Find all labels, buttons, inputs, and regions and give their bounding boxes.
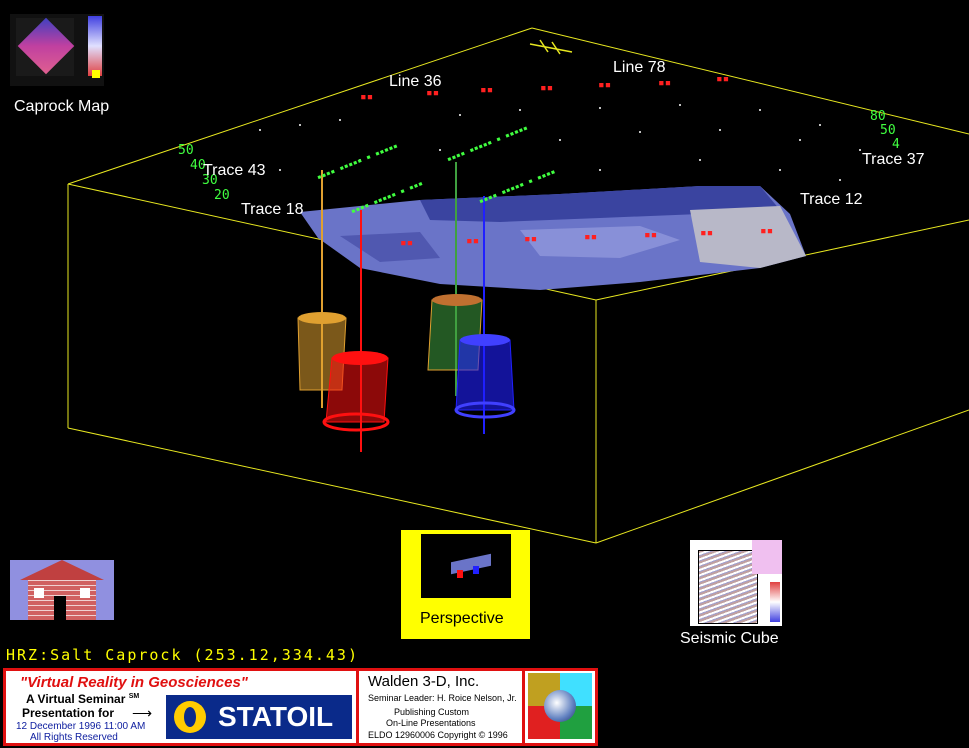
perspective-label: Perspective [420,610,504,627]
right-axis-numbers: 80 50 4 [870,110,900,152]
copyright-line: ELDO 12960006 Copyright © 1996 [368,730,508,740]
svg-text:▪▪▪▪ ▪▪▪▪▪ ▪ ▪▪▪▪▪: ▪▪▪▪ ▪▪▪▪▪ ▪ ▪▪▪▪▪ [445,123,529,164]
left-axis-number: 20 [214,188,230,203]
left-axis-number: 50 [178,143,194,158]
line-36-label: Line 36 [389,73,442,90]
arrow-right-icon: ⟶ [132,705,153,721]
svg-text:▪▪: ▪▪ [400,236,413,249]
company-name: Walden 3-D, Inc. [368,673,480,690]
svg-text:▪▪: ▪▪ [658,76,671,89]
svg-text:▪▪: ▪▪ [360,90,373,103]
svg-text:▪▪: ▪▪ [466,234,479,247]
north-arrow-icon [529,39,573,55]
statoil-logo: STATOIL [166,695,352,739]
right-axis-number: 80 [870,109,886,124]
svg-text:▪▪: ▪▪ [540,81,553,94]
banner-line1: A Virtual Seminar [26,692,126,706]
walden-globe-logo [528,673,592,739]
svg-text:▪▪: ▪▪ [524,232,537,245]
banner-title: "Virtual Reality in Geosciences" [20,674,248,691]
banner-line2: Presentation for [22,706,115,720]
caprock-map-label: Caprock Map [14,98,110,115]
caprock-map-button[interactable] [10,14,104,86]
sponsor-name: STATOIL [218,701,334,732]
svg-text:▪▪: ▪▪ [716,72,729,85]
statoil-drop-icon [174,701,206,733]
colorbar-icon [88,16,102,76]
home-icon[interactable] [10,560,114,620]
svg-text:▪▪: ▪▪ [480,83,493,96]
svg-text:▪▪: ▪▪ [760,224,773,237]
seismic-cube-preview [698,550,758,624]
trace-18-label: Trace 18 [241,201,304,218]
banner-rights: All Rights Reserved [30,732,118,743]
svg-text:▪▪: ▪▪ [598,78,611,91]
caprock-map-preview [16,17,75,76]
banner-date: 12 December 1996 11:00 AM [16,721,146,732]
seminar-banner: "Virtual Reality in Geosciences" A Virtu… [3,668,598,746]
right-axis-number: 4 [892,137,900,152]
right-axis-number: 50 [880,123,896,138]
trace-37-label: Trace 37 [862,151,925,168]
banner-sm: SM [128,693,140,700]
perspective-preview [421,534,511,598]
colorbar-icon [770,582,780,622]
trace-12-label: Trace 12 [800,191,863,208]
svg-text:▪▪▪▪ ▪▪▪▪▪ ▪ ▪▪▪▪▪: ▪▪▪▪ ▪▪▪▪▪ ▪ ▪▪▪▪▪ [315,141,399,182]
svg-text:▪▪: ▪▪ [700,226,713,239]
trace-43-label: Trace 43 [203,162,266,179]
seismic-cube-label: Seismic Cube [680,630,779,647]
publishing-line1: Publishing Custom [394,707,470,717]
horizon-readout: HRZ:Salt Caprock (253.12,334.43) [6,646,359,664]
globe-icon [544,690,576,722]
seminar-leader: Seminar Leader: H. Roice Nelson, Jr. [368,693,517,703]
svg-text:▪▪: ▪▪ [584,230,597,243]
line-78-label: Line 78 [613,59,666,76]
perspective-button[interactable]: Perspective [401,530,530,639]
svg-text:▪▪: ▪▪ [644,228,657,241]
seismic-cube-button[interactable] [690,540,782,626]
publishing-line2: On-Line Presentations [386,718,476,728]
